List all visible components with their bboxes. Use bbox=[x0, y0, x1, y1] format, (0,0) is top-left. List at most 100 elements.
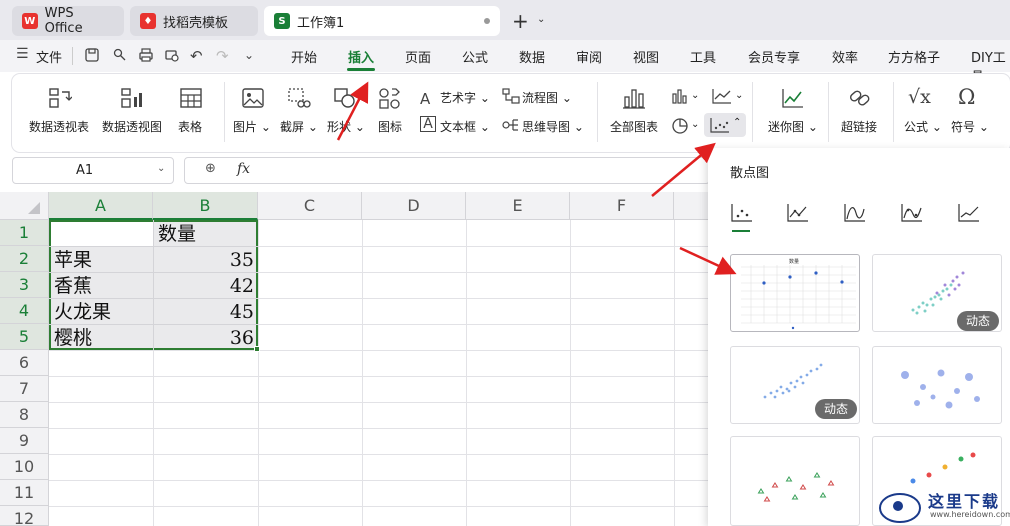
row-header-8[interactable]: 8 bbox=[0, 402, 49, 428]
scatter-smooth-markers-icon[interactable] bbox=[900, 203, 924, 223]
flowchart-button[interactable]: 流程图 ⌄ bbox=[522, 89, 572, 106]
formula-input[interactable] bbox=[184, 157, 710, 184]
column-header-g[interactable] bbox=[674, 192, 710, 220]
scatter-straight-lines-icon[interactable] bbox=[957, 203, 981, 223]
row-header-4[interactable]: 4 bbox=[0, 298, 49, 324]
column-header-e[interactable]: E bbox=[466, 192, 570, 220]
chevron-down-icon[interactable]: ⌄ bbox=[691, 119, 699, 130]
scatter-template-5[interactable] bbox=[730, 436, 860, 526]
fx-icon[interactable]: fx bbox=[237, 161, 250, 177]
menu-review[interactable]: 审阅 bbox=[576, 47, 602, 66]
mindmap-button[interactable]: 思维导图 ⌄ bbox=[522, 118, 584, 135]
row-header-9[interactable]: 9 bbox=[0, 428, 49, 454]
tab-workbook[interactable]: S 工作簿1 bbox=[264, 6, 500, 36]
chevron-down-icon[interactable]: ⌄ bbox=[735, 90, 743, 101]
column-header-f[interactable]: F bbox=[570, 192, 674, 220]
print-icon[interactable] bbox=[138, 47, 154, 63]
row-header-10[interactable]: 10 bbox=[0, 454, 49, 480]
row-header-7[interactable]: 7 bbox=[0, 376, 49, 402]
panel-title: 散点图 bbox=[730, 166, 770, 181]
share-icon[interactable] bbox=[112, 47, 128, 63]
fill-handle[interactable] bbox=[254, 346, 260, 352]
chevron-down-icon: ⌄ bbox=[476, 120, 490, 134]
picture-button[interactable]: 图片 ⌄ bbox=[233, 118, 271, 135]
chevron-down-icon[interactable]: ⌄ bbox=[157, 163, 165, 174]
menu-home[interactable]: 开始 bbox=[291, 47, 317, 66]
chevron-down-icon[interactable]: ⌄ bbox=[537, 14, 545, 25]
cell-b3[interactable]: 42 bbox=[158, 273, 254, 299]
icons-button[interactable]: 图标 bbox=[378, 118, 402, 135]
cell-a3[interactable]: 香蕉 bbox=[54, 273, 92, 299]
column-header-a[interactable]: A bbox=[49, 192, 153, 220]
print-preview-icon[interactable] bbox=[164, 47, 180, 63]
pie-chart-icon[interactable] bbox=[671, 117, 689, 135]
scatter-chart-icon bbox=[710, 118, 729, 133]
menu-insert[interactable]: 插入 bbox=[348, 47, 374, 66]
cell-a5[interactable]: 樱桃 bbox=[54, 325, 92, 351]
scatter-template-1[interactable]: 数量 bbox=[730, 254, 860, 332]
active-menu-indicator bbox=[347, 68, 375, 71]
table-button[interactable]: 表格 bbox=[178, 118, 202, 135]
all-charts-button[interactable]: 全部图表 bbox=[610, 118, 658, 135]
cell-a4[interactable]: 火龙果 bbox=[54, 299, 111, 325]
select-all-corner[interactable] bbox=[0, 192, 49, 220]
watermark-logo bbox=[879, 493, 921, 523]
row-header-2[interactable]: 2 bbox=[0, 246, 49, 272]
text-box-button[interactable]: 文本框 ⌄ bbox=[440, 118, 490, 135]
chevron-down-icon[interactable]: ⌄ bbox=[691, 90, 699, 101]
name-box-value: A1 bbox=[76, 163, 94, 178]
menu-view[interactable]: 视图 bbox=[633, 47, 659, 66]
pivot-chart-button[interactable]: 数据透视图 bbox=[102, 118, 162, 135]
row-header-1[interactable]: 1 bbox=[0, 220, 49, 246]
scatter-basic-icon[interactable] bbox=[730, 203, 754, 223]
tab-wps-office[interactable]: W WPS Office bbox=[12, 6, 124, 36]
cell-b2[interactable]: 35 bbox=[158, 247, 254, 273]
sparkline-button[interactable]: 迷你图 ⌄ bbox=[768, 118, 818, 135]
file-menu[interactable]: 文件 bbox=[36, 47, 62, 66]
hyperlink-button[interactable]: 超链接 bbox=[841, 118, 877, 135]
scatter-template-4[interactable] bbox=[872, 346, 1002, 424]
column-chart-icon[interactable] bbox=[671, 88, 689, 104]
row-header-6[interactable]: 6 bbox=[0, 350, 49, 376]
cell-b1[interactable]: 数量 bbox=[158, 221, 196, 247]
row-header-11[interactable]: 11 bbox=[0, 480, 49, 506]
art-text-button[interactable]: 艺术字 ⌄ bbox=[440, 89, 490, 106]
scatter-smooth-icon[interactable] bbox=[843, 203, 867, 223]
screenshot-button[interactable]: 截屏 ⌄ bbox=[280, 118, 318, 135]
save-icon[interactable] bbox=[84, 47, 100, 63]
sheet-icon: S bbox=[274, 13, 290, 29]
tab-docer-templates[interactable]: ♦ 找稻壳模板 bbox=[130, 6, 258, 36]
menu-data[interactable]: 数据 bbox=[519, 47, 545, 66]
line-chart-icon[interactable] bbox=[712, 88, 732, 104]
pivot-table-button[interactable]: 数据透视表 bbox=[29, 118, 89, 135]
shapes-button[interactable]: 形状 ⌄ bbox=[327, 118, 365, 135]
active-cell-a1[interactable] bbox=[51, 222, 153, 246]
chevron-down-icon[interactable]: ⌄ bbox=[244, 48, 254, 62]
symbol-button[interactable]: 符号 ⌄ bbox=[951, 118, 989, 135]
hamburger-icon[interactable]: ☰ bbox=[16, 46, 29, 62]
column-header-b[interactable]: B bbox=[153, 192, 258, 220]
cell-a2[interactable]: 苹果 bbox=[54, 247, 92, 273]
menu-page[interactable]: 页面 bbox=[405, 47, 431, 66]
row-header-5[interactable]: 5 bbox=[0, 324, 49, 350]
menu-efficiency[interactable]: 效率 bbox=[832, 47, 858, 66]
active-subtype-indicator bbox=[732, 230, 750, 232]
new-tab-button[interactable]: + bbox=[512, 9, 529, 33]
menu-formula[interactable]: 公式 bbox=[462, 47, 488, 66]
row-header-3[interactable]: 3 bbox=[0, 272, 49, 298]
formula-button[interactable]: 公式 ⌄ bbox=[904, 118, 942, 135]
column-header-c[interactable]: C bbox=[258, 192, 362, 220]
row-header-12[interactable]: 12 bbox=[0, 506, 49, 526]
menu-ffgz[interactable]: 方方格子 bbox=[888, 47, 940, 66]
scatter-straight-markers-icon[interactable] bbox=[786, 203, 810, 223]
menu-tools[interactable]: 工具 bbox=[690, 47, 716, 66]
all-charts-icon bbox=[623, 89, 645, 109]
scatter-template-2[interactable]: 动态 bbox=[872, 254, 1002, 332]
column-header-d[interactable]: D bbox=[362, 192, 466, 220]
scatter-template-3[interactable]: 动态 bbox=[730, 346, 860, 424]
undo-icon[interactable]: ↶ bbox=[190, 47, 203, 65]
zoom-icon[interactable]: ⊕ bbox=[205, 161, 216, 176]
cell-b5[interactable]: 36 bbox=[158, 325, 254, 351]
cell-b4[interactable]: 45 bbox=[158, 299, 254, 325]
menu-member[interactable]: 会员专享 bbox=[748, 47, 800, 66]
